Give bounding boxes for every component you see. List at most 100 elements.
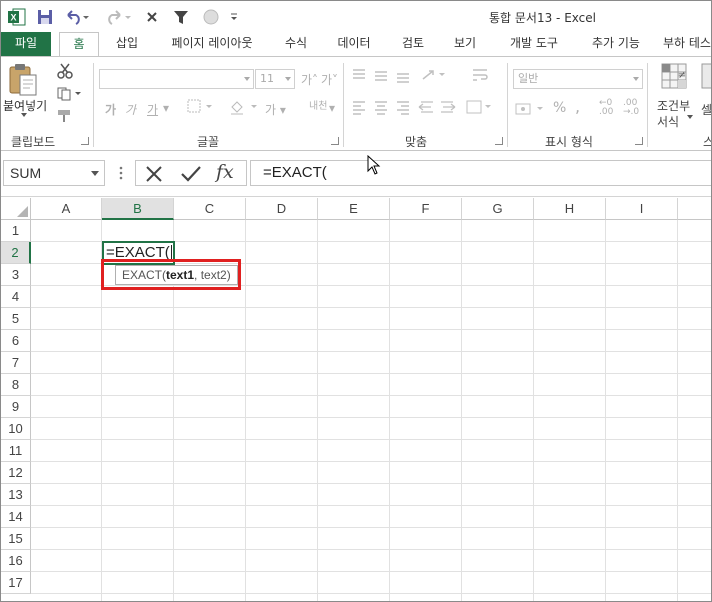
column-header-a[interactable]: A [31, 198, 102, 220]
tab-insert[interactable]: 삽입 [107, 32, 147, 56]
more-icon[interactable] [119, 166, 123, 183]
align-left-icon[interactable] [351, 99, 491, 118]
column-header-e[interactable]: E [318, 198, 390, 220]
row-header-11[interactable]: 11 [1, 440, 31, 462]
formula-bar: SUM fx =EXACT( [1, 151, 711, 197]
copy-icon[interactable] [57, 87, 81, 104]
font-group-label: 글꼴 [197, 135, 220, 149]
row-header-4[interactable]: 4 [1, 286, 31, 308]
bold-button[interactable]: 가 [105, 101, 116, 118]
tab-file[interactable]: 파일 [1, 32, 51, 56]
row-header-9[interactable]: 9 [1, 396, 31, 418]
phonetic-icon[interactable]: 내천 [309, 97, 327, 112]
accounting-format-icon[interactable] [515, 101, 545, 120]
row-header-2[interactable]: 2 [1, 242, 31, 264]
number-format-combo[interactable]: 일반 [513, 69, 643, 89]
select-all-button[interactable] [1, 198, 31, 220]
column-header-h[interactable]: H [534, 198, 606, 220]
undo-icon[interactable] [63, 6, 91, 28]
column-header-next[interactable] [678, 198, 711, 220]
increase-decimal-icon[interactable]: ←0.00 [599, 99, 613, 117]
column-header-f[interactable]: F [390, 198, 462, 220]
tab-review[interactable]: 검토 [393, 32, 433, 56]
increase-font-icon[interactable]: 가˄ [301, 71, 318, 88]
close-x-icon[interactable] [143, 6, 161, 28]
tab-view[interactable]: 보기 [445, 32, 485, 56]
row-header-10[interactable]: 10 [1, 418, 31, 440]
formula-input[interactable]: =EXACT( [250, 160, 711, 186]
formula-buttons: fx [135, 160, 247, 186]
paste-dropdown-icon[interactable] [21, 113, 27, 117]
save-icon[interactable] [35, 6, 55, 28]
filter-icon[interactable] [171, 6, 191, 28]
tab-home[interactable]: 홈 [59, 32, 99, 57]
tab-load-test[interactable]: 부하 테스 [663, 32, 711, 56]
cell-styles-label[interactable]: 셀 [701, 101, 711, 118]
underline-dropdown-icon[interactable]: ▾ [163, 101, 169, 115]
row-header-16[interactable]: 16 [1, 550, 31, 572]
fill-color-icon[interactable] [229, 99, 259, 118]
alignment-launcher-icon[interactable] [495, 137, 503, 145]
gridline [31, 549, 711, 550]
svg-text:X: X [10, 13, 16, 23]
border-icon[interactable] [187, 99, 213, 118]
tab-addins[interactable]: 추가 기능 [581, 32, 651, 56]
conditional-dropdown-icon[interactable] [687, 115, 693, 119]
row-header-13[interactable]: 13 [1, 484, 31, 506]
font-name-combo[interactable] [99, 69, 254, 89]
row-header-17[interactable]: 17 [1, 572, 31, 594]
spreadsheet-grid[interactable]: A B C D E F G H I 1 2 3 4 5 6 7 8 9 10 1… [1, 198, 711, 601]
row-header-12[interactable]: 12 [1, 462, 31, 484]
chevron-down-icon [244, 77, 250, 81]
row-header-3[interactable]: 3 [1, 264, 31, 286]
tab-page-layout[interactable]: 페이지 레이아웃 [159, 32, 265, 56]
circle-icon[interactable] [201, 6, 221, 28]
tab-data[interactable]: 데이터 [327, 32, 381, 56]
customize-icon[interactable] [227, 6, 241, 28]
table-format-icon[interactable] [701, 63, 711, 96]
number-launcher-icon[interactable] [635, 137, 643, 145]
gridline [389, 220, 390, 601]
font-size-combo[interactable]: 11 [255, 69, 295, 89]
column-header-d[interactable]: D [246, 198, 318, 220]
row-header-15[interactable]: 15 [1, 528, 31, 550]
font-launcher-icon[interactable] [331, 137, 339, 145]
percent-button[interactable]: % [553, 100, 566, 116]
wrap-text-icon[interactable] [471, 67, 491, 86]
column-header-c[interactable]: C [174, 198, 246, 220]
column-header-i[interactable]: I [606, 198, 678, 220]
column-header-b[interactable]: B [102, 198, 174, 220]
row-header-14[interactable]: 14 [1, 506, 31, 528]
underline-button[interactable]: 가 [147, 101, 158, 118]
format-painter-icon[interactable] [57, 109, 73, 126]
column-header-g[interactable]: G [462, 198, 534, 220]
conditional-format-label[interactable]: 조건부 [657, 97, 690, 114]
row-header-8[interactable]: 8 [1, 374, 31, 396]
cancel-icon[interactable] [144, 164, 164, 187]
align-top-icon[interactable] [351, 67, 461, 86]
font-color-icon[interactable]: 가 ▾ [265, 101, 286, 118]
paste-icon[interactable] [7, 63, 43, 99]
row-header-6[interactable]: 6 [1, 330, 31, 352]
italic-button[interactable]: 가 [125, 101, 136, 118]
enter-check-icon[interactable] [180, 164, 202, 187]
tab-formulas[interactable]: 수식 [277, 32, 315, 56]
decrease-decimal-icon[interactable]: .00 →.0 [623, 99, 639, 117]
tab-developer[interactable]: 개발 도구 [497, 32, 571, 56]
clipboard-launcher-icon[interactable] [81, 137, 89, 145]
row-header-7[interactable]: 7 [1, 352, 31, 374]
comma-button[interactable]: , [575, 97, 580, 116]
cut-icon[interactable] [57, 63, 73, 82]
phonetic-dropdown-icon[interactable]: ▾ [329, 101, 335, 115]
name-box[interactable]: SUM [3, 160, 105, 186]
insert-function-icon[interactable]: fx [216, 161, 234, 183]
chevron-down-icon[interactable] [91, 171, 99, 176]
row-header-5[interactable]: 5 [1, 308, 31, 330]
conditional-format-label-2[interactable]: 서식 [657, 113, 679, 130]
redo-icon[interactable] [105, 6, 133, 28]
styles-group-label: 스 [703, 133, 711, 150]
row-header-1[interactable]: 1 [1, 220, 31, 242]
conditional-format-icon[interactable]: ≠ [661, 63, 691, 96]
paste-label[interactable]: 붙여넣기 [3, 97, 47, 114]
decrease-font-icon[interactable]: 가˅ [321, 71, 338, 88]
